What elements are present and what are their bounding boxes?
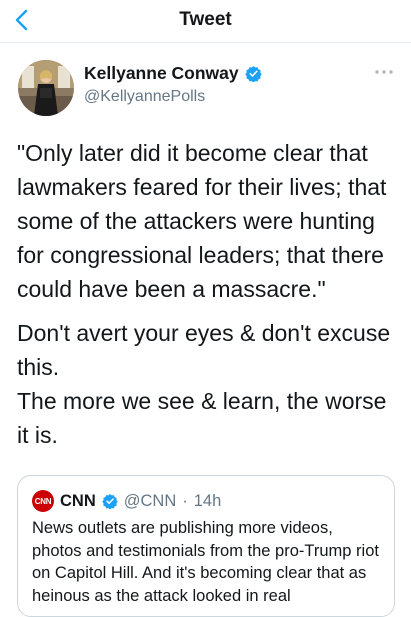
profile-photo bbox=[18, 60, 74, 116]
more-icon bbox=[375, 70, 393, 74]
author-name[interactable]: Kellyanne Conway bbox=[84, 63, 262, 84]
more-options-button[interactable] bbox=[374, 64, 394, 80]
author-handle[interactable]: @KellyannePolls bbox=[84, 88, 205, 106]
author-name-label: Kellyanne Conway bbox=[84, 63, 239, 83]
separator-dot: · bbox=[182, 491, 188, 510]
avatar[interactable] bbox=[18, 60, 74, 116]
quoted-tweet-time: 14h bbox=[193, 491, 222, 510]
tweet-text: "Only later did it become clear that law… bbox=[17, 136, 397, 452]
quoted-author-name: CNN bbox=[60, 491, 96, 510]
tweet-paragraph: Don't avert your eyes & don't excuse thi… bbox=[17, 320, 391, 380]
quoted-author-handle: @CNN bbox=[123, 491, 177, 510]
page-title: Tweet bbox=[179, 9, 232, 30]
quoted-tweet-card[interactable]: CNN CNN @CNN · 14h News outlets are publis… bbox=[17, 475, 395, 617]
quoted-tweet-text: News outlets are publishing more videos,… bbox=[32, 519, 379, 605]
quoted-tweet-header: CNN CNN @CNN · 14h bbox=[32, 490, 221, 512]
top-bar: Tweet bbox=[0, 0, 411, 43]
tweet-paragraph: "Only later did it become clear that law… bbox=[17, 140, 387, 302]
tweet-paragraph: The more we see & learn, the worse it is… bbox=[17, 388, 387, 448]
verified-badge-icon bbox=[244, 66, 262, 82]
cnn-logo-icon: CNN bbox=[32, 490, 54, 512]
verified-badge-icon bbox=[102, 494, 118, 509]
